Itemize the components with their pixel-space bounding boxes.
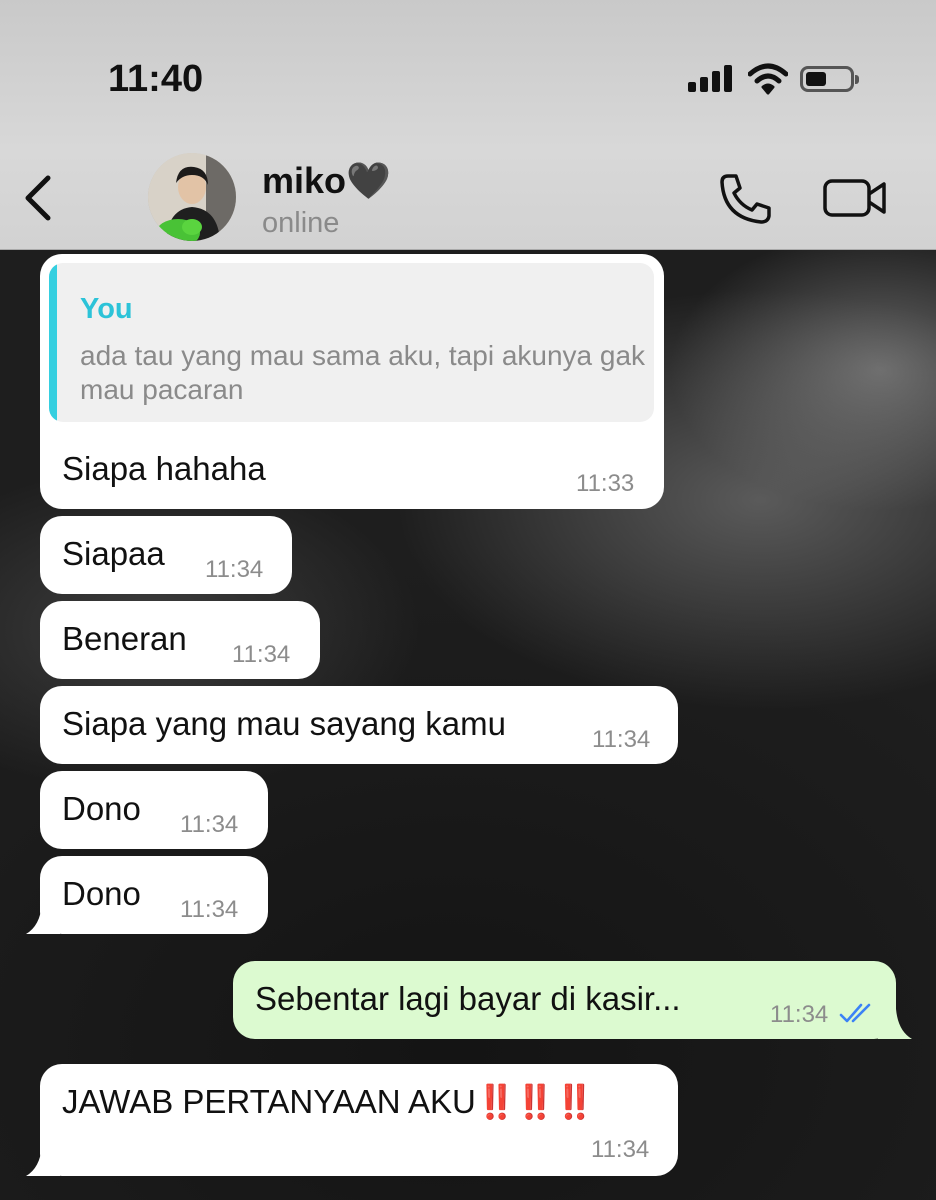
message-bubble-incoming[interactable]: You ada tau yang mau sama aku, tapi akun… — [40, 254, 664, 509]
message-text: JAWAB PERTANYAAN AKU‼️‼️‼️ — [62, 1083, 595, 1122]
message-time: 11:34 — [180, 896, 239, 923]
double-exclamation-emoji: ‼️‼️‼️ — [475, 1083, 595, 1120]
avatar[interactable] — [148, 153, 236, 241]
double-check-icon — [839, 1003, 871, 1023]
message-bubble-incoming[interactable]: Siapaa 11:34 — [40, 516, 292, 594]
message-time: 11:34 — [205, 556, 264, 583]
message-bubble-outgoing[interactable]: Sebentar lagi bayar di kasir... 11:34 — [233, 961, 912, 1039]
message-text: Beneran — [62, 620, 187, 657]
phone-icon[interactable] — [718, 172, 774, 224]
message-time: 11:33 — [576, 470, 635, 497]
video-camera-icon[interactable] — [822, 176, 888, 220]
back-chevron-icon[interactable] — [18, 170, 62, 226]
message-time: 11:34 — [232, 641, 291, 668]
status-time: 11:40 — [108, 58, 204, 100]
message-time: 11:34 — [591, 1136, 650, 1163]
bubble-tail — [878, 1009, 912, 1039]
message-text: Siapa hahaha — [62, 450, 266, 487]
message-time: 11:34 — [592, 726, 651, 753]
reply-text: ada tau yang mau sama aku, tapi akunya g… — [80, 340, 646, 405]
reply-accent-bar — [49, 263, 57, 422]
message-text: Siapa yang mau sayang kamu — [62, 705, 506, 742]
contact-name[interactable]: miko🖤 — [262, 160, 391, 202]
message-bubble-incoming[interactable]: Dono 11:34 — [26, 856, 268, 934]
message-time: 11:34 — [770, 1001, 829, 1028]
message-text: Siapaa — [62, 535, 165, 572]
message-text-main: JAWAB PERTANYAAN AKU — [62, 1083, 476, 1120]
contact-status: online — [262, 207, 340, 239]
bubble-tail — [26, 904, 60, 934]
message-text: Dono — [62, 790, 141, 827]
reply-author: You — [80, 293, 133, 325]
bubble-tail — [26, 1146, 60, 1176]
cellular-signal-icon — [688, 62, 734, 96]
message-text: Sebentar lagi bayar di kasir... — [255, 980, 681, 1017]
wifi-icon — [748, 63, 788, 95]
battery-icon — [800, 66, 859, 92]
message-time: 11:34 — [180, 811, 239, 838]
reply-quote[interactable]: You ada tau yang mau sama aku, tapi akun… — [49, 263, 654, 422]
message-bubble-incoming[interactable]: Beneran 11:34 — [40, 601, 320, 679]
message-text: Dono — [62, 875, 141, 912]
message-bubble-incoming[interactable]: Siapa yang mau sayang kamu 11:34 — [40, 686, 678, 764]
message-bubble-incoming[interactable]: JAWAB PERTANYAAN AKU‼️‼️‼️ 11:34 — [26, 1064, 678, 1176]
message-bubble-incoming[interactable]: Dono 11:34 — [40, 771, 268, 849]
chat-header: 11:40 miko🖤 online — [0, 0, 936, 250]
